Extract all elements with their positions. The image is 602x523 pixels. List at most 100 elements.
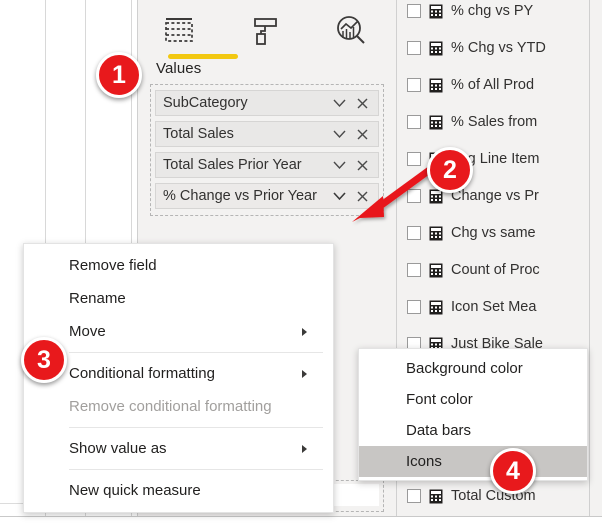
- field-label: % of All Prod: [451, 76, 535, 93]
- field-chip-label: SubCategory: [163, 95, 248, 111]
- tab-fields[interactable]: [156, 8, 202, 54]
- tab-format[interactable]: [242, 8, 288, 54]
- field-list-item[interactable]: Chg vs same: [407, 222, 536, 244]
- screenshot-root: Values SubCategory Total Sales Total Sal…: [0, 0, 602, 523]
- field-list-item[interactable]: % Sales from: [407, 111, 537, 133]
- field-checkbox[interactable]: [407, 41, 421, 55]
- field-chip-label: % Change vs Prior Year: [163, 188, 317, 204]
- chevron-down-icon: [333, 191, 346, 200]
- conditional-formatting-submenu: Background color Font color Data bars Ic…: [358, 348, 588, 481]
- analytics-magnifier-icon: [337, 16, 365, 44]
- submenu-item-label: Data bars: [406, 422, 472, 439]
- field-checkbox[interactable]: [407, 4, 421, 18]
- icons-submenu-item[interactable]: Icons: [359, 446, 587, 477]
- measure-calculator-icon: [429, 226, 443, 240]
- field-context-menu: Remove field Rename Move Conditional for…: [23, 243, 334, 513]
- field-list-item[interactable]: % of All Prod: [407, 74, 534, 96]
- chevron-down-icon[interactable]: [328, 161, 351, 170]
- field-label: Change vs Pr: [451, 187, 539, 204]
- conditional-formatting-menu-item[interactable]: Conditional formatting: [24, 357, 333, 390]
- field-label: % chg vs PY: [451, 2, 534, 19]
- selected-tab-underline: [168, 54, 238, 59]
- field-list-item[interactable]: % chg vs PY: [407, 0, 533, 22]
- measure-calculator-icon: [429, 300, 443, 314]
- chevron-right-icon: [302, 369, 307, 378]
- field-checkbox[interactable]: [407, 115, 421, 129]
- annotation-badge-3: 3: [21, 337, 67, 383]
- badge-number: 1: [112, 60, 126, 89]
- field-checkbox[interactable]: [407, 489, 421, 503]
- field-chip-label: Total Sales: [163, 126, 234, 142]
- badge-number: 3: [37, 345, 51, 374]
- menu-item-new-quick-measure[interactable]: New quick measure: [24, 474, 333, 507]
- submenu-item-background-color[interactable]: Background color: [359, 353, 587, 384]
- chevron-down-icon[interactable]: [328, 130, 351, 139]
- field-chip[interactable]: SubCategory: [155, 90, 379, 116]
- field-chip[interactable]: Total Sales Prior Year: [155, 152, 379, 178]
- field-label: % Chg vs YTD: [451, 39, 546, 56]
- badge-number: 2: [443, 155, 457, 184]
- field-list-item[interactable]: Count of Proc: [407, 259, 540, 281]
- submenu-item-label: Font color: [406, 391, 473, 408]
- menu-item-move[interactable]: Move: [24, 315, 333, 348]
- submenu-item-font-color[interactable]: Font color: [359, 384, 587, 415]
- field-list-item[interactable]: Change vs Pr: [407, 185, 539, 207]
- canvas-bottom-border: [0, 516, 602, 517]
- badge-number: 4: [506, 456, 520, 485]
- annotation-badge-1: 1: [96, 52, 142, 98]
- annotation-badge-4: 4: [490, 448, 536, 494]
- measure-calculator-icon: [429, 78, 443, 92]
- menu-item-remove-field[interactable]: Remove field: [24, 249, 333, 282]
- menu-separator: [69, 469, 323, 470]
- close-icon[interactable]: [351, 98, 378, 109]
- menu-separator: [69, 427, 323, 428]
- menu-item-label: Remove conditional formatting: [69, 398, 272, 415]
- measure-calculator-icon: [429, 115, 443, 129]
- menu-separator: [69, 352, 323, 353]
- paint-roller-icon: [254, 18, 277, 45]
- submenu-item-label: Icons: [406, 453, 442, 470]
- values-field-well[interactable]: SubCategory Total Sales Total Sales Prio: [150, 84, 384, 216]
- field-checkbox[interactable]: [407, 78, 421, 92]
- measure-calculator-icon: [429, 41, 443, 55]
- tab-analytics[interactable]: [328, 8, 374, 54]
- field-checkbox[interactable]: [407, 300, 421, 314]
- menu-item-rename[interactable]: Rename: [24, 282, 333, 315]
- menu-item-label: New quick measure: [69, 482, 201, 499]
- fields-table-icon: [165, 18, 193, 42]
- close-icon[interactable]: [351, 129, 378, 140]
- visualizations-pane-tabs: [156, 8, 374, 59]
- close-icon[interactable]: [351, 160, 378, 171]
- submenu-item-label: Background color: [406, 360, 523, 377]
- field-chip[interactable]: Total Sales: [155, 121, 379, 147]
- submenu-item-data-bars[interactable]: Data bars: [359, 415, 587, 446]
- fields-pane-edge: [590, 0, 602, 516]
- field-label: Count of Proc: [451, 261, 540, 278]
- values-section-title: Values: [156, 60, 202, 77]
- field-checkbox[interactable]: [407, 189, 421, 203]
- measure-calculator-icon: [429, 489, 443, 503]
- menu-item-label: Show value as: [69, 440, 167, 457]
- field-list-item[interactable]: % Chg vs YTD: [407, 37, 546, 59]
- annotation-badge-2: 2: [427, 147, 473, 193]
- close-icon[interactable]: [351, 191, 378, 202]
- field-label: % Sales from: [451, 113, 538, 130]
- menu-item-remove-conditional-formatting: Remove conditional formatting: [24, 390, 333, 423]
- field-chip-active[interactable]: % Change vs Prior Year: [155, 183, 379, 209]
- measure-calculator-icon: [429, 4, 443, 18]
- field-label: Icon Set Mea: [451, 298, 537, 315]
- field-list-item[interactable]: Icon Set Mea: [407, 296, 536, 318]
- field-checkbox[interactable]: [407, 263, 421, 277]
- field-checkbox[interactable]: [407, 152, 421, 166]
- measure-calculator-icon: [429, 263, 443, 277]
- chevron-right-icon: [302, 327, 307, 336]
- chevron-down-icon[interactable]: [328, 99, 351, 108]
- field-chip-dropdown-caret[interactable]: [328, 191, 351, 201]
- menu-item-label: Conditional formatting: [69, 365, 215, 382]
- field-label: Chg vs same: [451, 224, 536, 241]
- chevron-right-icon: [302, 444, 307, 453]
- menu-item-label: Move: [69, 323, 106, 340]
- field-checkbox[interactable]: [407, 226, 421, 240]
- field-chip-label: Total Sales Prior Year: [163, 157, 302, 173]
- menu-item-show-value-as[interactable]: Show value as: [24, 432, 333, 465]
